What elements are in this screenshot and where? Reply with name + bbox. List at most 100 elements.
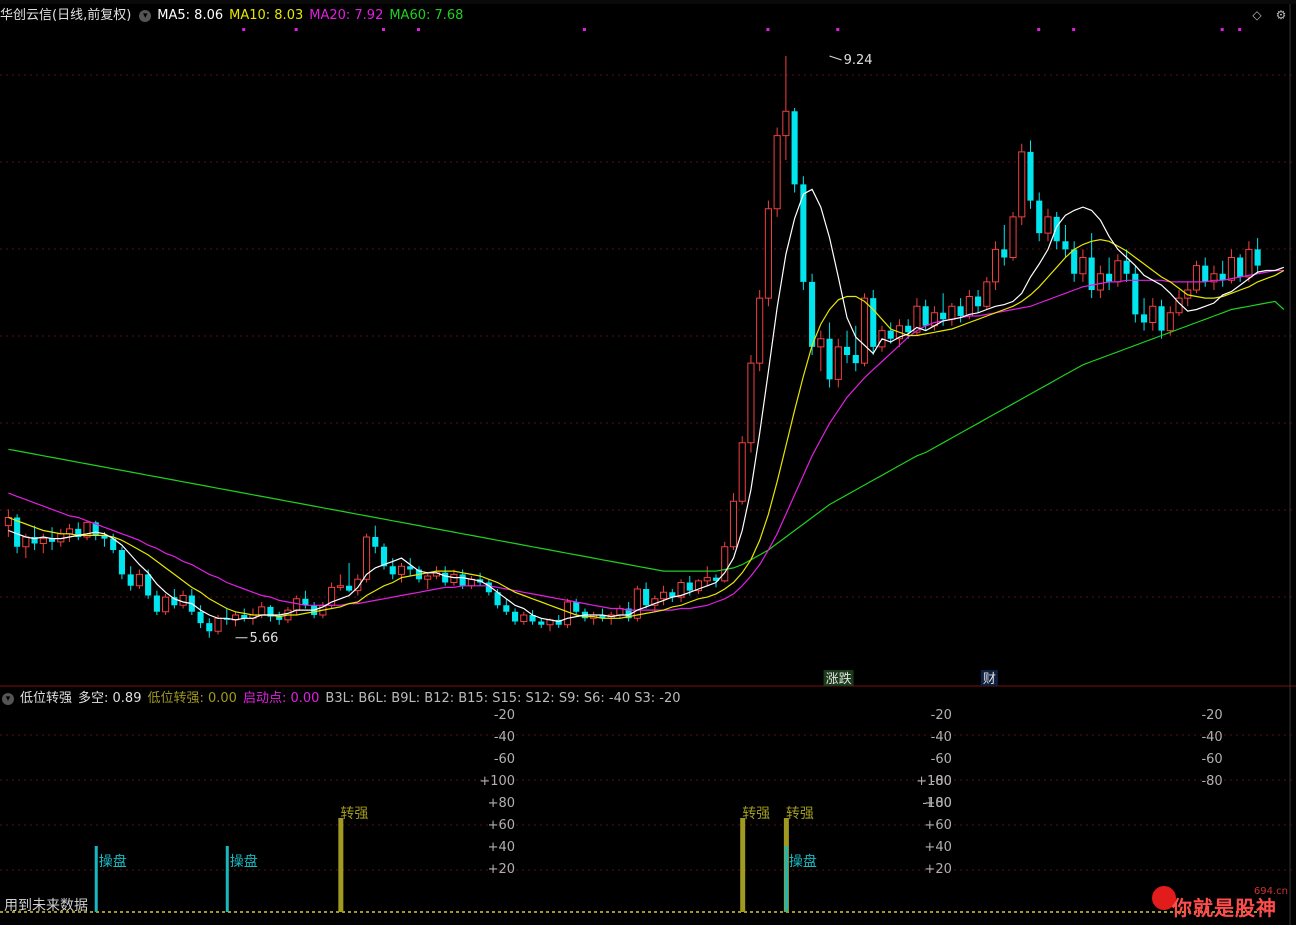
- price-annotation: 5.66: [250, 631, 279, 646]
- candle-body-up: [747, 362, 755, 444]
- signal-dot: [582, 28, 586, 31]
- candle-body-up: [948, 305, 956, 320]
- signal-dot: [1238, 28, 1242, 31]
- candle-body-down: [870, 298, 877, 347]
- indicator-header: ▾ 低位转强 多空: 0.89 低位转强: 0.00 启动点: 0.00 B3L: B6L…: [0, 688, 687, 710]
- ma5-line: [8, 188, 1285, 623]
- signal-dot: [766, 28, 770, 31]
- event-marker: 财: [983, 672, 996, 687]
- indicator-tick-label: +60: [488, 818, 515, 833]
- candle-body-down: [512, 611, 519, 622]
- event-marker: 涨跌: [826, 671, 852, 687]
- expand-icon[interactable]: ⚙: [1274, 8, 1288, 22]
- candle-body-up: [179, 595, 187, 606]
- candle-body-down: [127, 574, 134, 586]
- candle-body-down: [459, 574, 466, 586]
- candle-body-down: [442, 572, 449, 583]
- caopan-bar: [784, 846, 788, 912]
- indicator-tick-label: -60: [494, 752, 515, 767]
- candle-body-up: [834, 346, 842, 380]
- ma5-label: MA5: 8.06: [157, 8, 224, 23]
- candle-body-up: [764, 208, 772, 299]
- candle-body-down: [372, 537, 379, 547]
- candle-body-up: [633, 588, 641, 619]
- candle-body-up: [162, 596, 170, 613]
- candle-body-down: [887, 330, 894, 339]
- ma20-label: MA20: 7.92: [309, 8, 384, 23]
- candle-body-up: [135, 573, 143, 587]
- candle-body-up: [1114, 260, 1122, 283]
- candle-body-up: [397, 565, 406, 575]
- indicator-tick-label: +100: [479, 774, 515, 789]
- indicator-tick-label: -60: [1201, 752, 1222, 767]
- diamond-icon[interactable]: ◇: [1250, 8, 1264, 22]
- indicator-tick-label: +80: [924, 796, 951, 811]
- signal-dot: [242, 28, 246, 31]
- stock-chart: 9.24 5.66 涨跌 财 -20 -40 -60 +100 +80 +60 +40 +20 -20 -…: [0, 0, 1296, 925]
- candle-body-down: [197, 611, 204, 624]
- candle-body-down: [1053, 216, 1060, 242]
- zhuanqiang-label: 转强: [742, 806, 770, 822]
- candle-body-up: [214, 617, 222, 632]
- candle-body-up: [1245, 248, 1253, 278]
- candle-body-down: [503, 605, 510, 612]
- candle-body-up: [991, 248, 1000, 283]
- candle-body-down: [826, 338, 833, 380]
- candle-body-down: [145, 574, 152, 596]
- candle-body-down: [1001, 249, 1008, 258]
- indicator-tick-label: +60: [924, 818, 951, 833]
- indicator-tick-label: -40: [1201, 730, 1222, 745]
- candle-body-up: [424, 575, 432, 580]
- indicator-tick-label: -20: [494, 708, 515, 723]
- candle-body-up: [563, 601, 572, 626]
- candle-body-up: [1096, 273, 1104, 291]
- indicator-title: 低位转强: [20, 691, 73, 706]
- candle-body-up: [773, 135, 781, 210]
- candle-body-down: [905, 325, 912, 333]
- candle-body-up: [729, 500, 738, 548]
- candle-body-down: [538, 621, 545, 625]
- signal-dot: [382, 28, 386, 31]
- candle-body-up: [703, 577, 711, 582]
- annotation-pointer: [829, 55, 842, 61]
- candle-body-up: [1079, 257, 1087, 275]
- candle-body-up: [1018, 151, 1026, 218]
- signal-dot: [416, 28, 420, 31]
- zhuanqiang-bar: [338, 818, 344, 912]
- other-values: B3L: B6L: B9L: B12: B15: S15: S12: S9: S…: [325, 691, 681, 706]
- indicator-tick-label: -40: [494, 730, 515, 745]
- indicator-tick-label: +20: [488, 862, 515, 877]
- settings-icon[interactable]: ▾: [139, 9, 152, 22]
- candle-body-down: [1141, 314, 1148, 323]
- stock-title: 华创云信(日线,前复权): [0, 8, 132, 23]
- indicator-tick-label: +40: [924, 840, 951, 855]
- candle-body-down: [809, 281, 816, 347]
- candle-body-up: [1149, 305, 1157, 323]
- signal-dot: [1220, 28, 1224, 31]
- caopan-label: 操盘: [789, 853, 817, 870]
- candle-body-down: [573, 602, 580, 612]
- ma60-line: [8, 300, 1285, 572]
- watermark-logo: 你就是股神 694.cn: [1150, 882, 1296, 925]
- logo-site: 694.cn: [1253, 886, 1288, 897]
- candle-body-up: [860, 297, 869, 364]
- ma20-line: [8, 269, 1284, 611]
- candle-body-up: [782, 110, 790, 137]
- price-annotation: 9.24: [844, 53, 873, 68]
- indicator-tick-label: -60: [931, 752, 952, 767]
- candle-body-up: [258, 606, 266, 616]
- ma60-label: MA60: 7.68: [389, 8, 464, 23]
- zhuanqiang-label: 转强: [340, 806, 368, 822]
- signal-dot: [1037, 28, 1041, 31]
- collapse-icon[interactable]: ▾: [2, 692, 14, 705]
- candle-body-up: [450, 573, 458, 583]
- candle-body-down: [1106, 273, 1113, 282]
- candle-body-up: [39, 538, 47, 544]
- main-header: 华创云信(日线,前复权) ▾ MA5: 8.06 MA10: 8.03 MA20: 7.…: [0, 5, 469, 27]
- candle-body-down: [1123, 260, 1130, 274]
- candle-body-down: [686, 582, 693, 591]
- indicator-tick-label: +100: [916, 774, 952, 789]
- candle-body-up: [983, 281, 991, 307]
- candle-body-down: [389, 566, 396, 575]
- candle-body-down: [153, 595, 160, 612]
